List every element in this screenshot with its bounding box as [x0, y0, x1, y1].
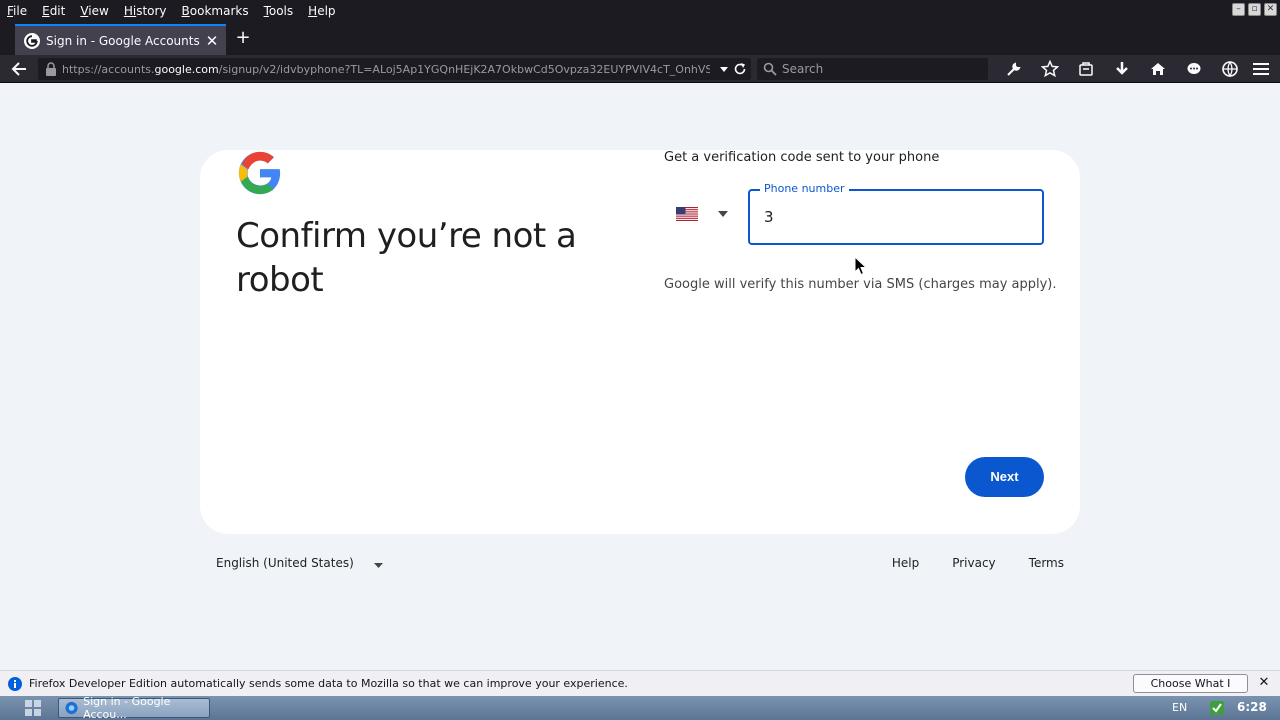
back-arrow-icon[interactable]	[9, 59, 31, 79]
tab-title: Sign in - Google Accounts	[46, 33, 200, 48]
close-icon[interactable]: ✕	[1257, 675, 1271, 691]
next-button[interactable]: Next	[965, 457, 1044, 497]
footer-links: Help Privacy Terms	[859, 556, 1064, 570]
menu-tools[interactable]: Tools	[257, 0, 302, 22]
wrench-icon-glyph	[1007, 62, 1021, 76]
phone-number-field[interactable]: Phone number	[748, 182, 1044, 245]
menu-help-label: elp	[317, 4, 336, 18]
menu-help-accel: H	[308, 4, 318, 18]
library-icon-glyph	[1079, 62, 1093, 76]
nav-bar: https://accounts.google.com/signup/v2/id…	[0, 55, 1280, 83]
url-text[interactable]: https://accounts.google.com/signup/v2/id…	[62, 63, 710, 76]
download-icon-glyph	[1116, 62, 1128, 75]
menu-bookmarks-accel: B	[181, 4, 190, 18]
reload-icon[interactable]	[733, 62, 747, 76]
telemetry-notification-bar: Firefox Developer Edition automatically …	[0, 670, 1280, 707]
network-tray-icon[interactable]	[1208, 699, 1226, 717]
toolbar-icons	[996, 58, 1248, 80]
google-logo-icon	[238, 151, 281, 195]
search-placeholder: Search	[782, 62, 824, 76]
plus-icon[interactable]: +	[233, 28, 253, 48]
star-icon-glyph	[1041, 60, 1059, 78]
firefox-icon	[65, 701, 78, 715]
hamburger-menu-icon[interactable]	[1250, 59, 1272, 79]
os-taskbar: Sign in - Google Accou... EN 6:28	[0, 695, 1280, 720]
url-host: google.com	[154, 62, 219, 76]
sms-helper-text: Google will verify this number via SMS (…	[664, 277, 1057, 292]
vpn-icon[interactable]	[1212, 58, 1248, 80]
menu-edit[interactable]: Edit	[35, 0, 73, 22]
window-controls: – ▫ ✕	[1232, 3, 1277, 16]
choose-what-i-share-button[interactable]: Choose What I Share	[1133, 674, 1248, 707]
taskbar-item-title: Sign in - Google Accou...	[83, 695, 171, 720]
language-select[interactable]: English (United States)	[216, 556, 354, 570]
menu-history[interactable]: History	[117, 0, 175, 22]
taskbar-browser-item[interactable]: Sign in - Google Accou...	[58, 695, 210, 720]
menu-view-label: iew	[88, 4, 109, 18]
menu-history-accel: Hi	[123, 4, 137, 18]
chat-icon-glyph	[1187, 63, 1201, 74]
country-code-select[interactable]	[676, 202, 732, 226]
menu-bookmarks[interactable]: Bookmarks	[175, 0, 257, 22]
menu-bar: File Edit View History Bookmarks Tools H…	[0, 0, 1280, 22]
library-icon[interactable]	[1068, 58, 1104, 80]
page-footer: English (United States) Help Privacy Ter…	[200, 554, 1080, 578]
page-content: Confirm you’re not a robot Get a verific…	[0, 84, 1280, 670]
home-icon[interactable]	[1140, 58, 1176, 80]
menu-file-label: ile	[13, 4, 28, 18]
url-bar[interactable]: https://accounts.google.com/signup/v2/id…	[38, 58, 751, 80]
wrench-icon[interactable]	[996, 58, 1032, 80]
close-window-icon[interactable]: ✕	[1264, 3, 1277, 16]
restore-icon[interactable]: ▫	[1248, 3, 1261, 16]
hamburger-icon-glyph	[1253, 63, 1269, 75]
clock: 6:28	[1237, 700, 1267, 714]
menu-bookmarks-label: ookmarks	[189, 4, 249, 18]
menu-tools-label: ools	[268, 4, 294, 18]
tab-strip: Sign in - Google Accounts ✕ +	[0, 22, 1280, 55]
keyboard-language[interactable]: EN	[1172, 701, 1187, 714]
language-label: English (United States)	[216, 556, 354, 570]
menu-edit-label: dit	[49, 4, 66, 18]
url-path: /signup/v2/idvbyphone?TL=ALoj5Ap1YGQnHEj…	[218, 62, 710, 76]
privacy-link[interactable]: Privacy	[952, 556, 995, 570]
start-menu-icon[interactable]	[24, 699, 42, 717]
minimize-icon[interactable]: –	[1232, 3, 1245, 16]
terms-link[interactable]: Terms	[1029, 556, 1064, 570]
signup-card: Confirm you’re not a robot Get a verific…	[200, 150, 1080, 534]
url-dropdown-icon[interactable]	[719, 64, 729, 74]
url-prefix: https://accounts.	[62, 62, 155, 76]
menu-help[interactable]: Help	[301, 0, 343, 22]
info-icon	[8, 676, 22, 691]
page-title: Confirm you’re not a robot	[236, 216, 577, 300]
download-icon[interactable]	[1104, 58, 1140, 80]
notification-message: Firefox Developer Edition automatically …	[29, 677, 628, 690]
menu-edit-accel: E	[42, 4, 50, 18]
search-icon	[763, 62, 777, 76]
menu-view[interactable]: View	[73, 0, 116, 22]
language-caret-down-icon[interactable]	[374, 563, 383, 568]
search-bar[interactable]: Search	[757, 58, 988, 80]
star-icon[interactable]	[1032, 58, 1068, 80]
phone-number-input[interactable]	[764, 208, 1024, 226]
menu-file[interactable]: File	[0, 0, 35, 22]
menu-history-label: story	[136, 4, 167, 18]
caret-down-icon	[718, 211, 728, 217]
verification-subtitle: Get a verification code sent to your pho…	[664, 150, 940, 165]
us-flag-icon	[676, 207, 698, 221]
home-icon-glyph	[1151, 63, 1165, 75]
chat-icon[interactable]	[1176, 58, 1212, 80]
help-link[interactable]: Help	[892, 556, 919, 570]
tab-google-accounts[interactable]: Sign in - Google Accounts ✕	[15, 24, 226, 55]
close-icon[interactable]: ✕	[203, 32, 221, 50]
mouse-cursor-icon	[854, 256, 868, 276]
lock-icon[interactable]	[45, 62, 57, 76]
phone-number-label: Phone number	[760, 182, 849, 196]
google-favicon-icon	[24, 32, 40, 49]
vpn-icon-glyph	[1222, 61, 1238, 78]
